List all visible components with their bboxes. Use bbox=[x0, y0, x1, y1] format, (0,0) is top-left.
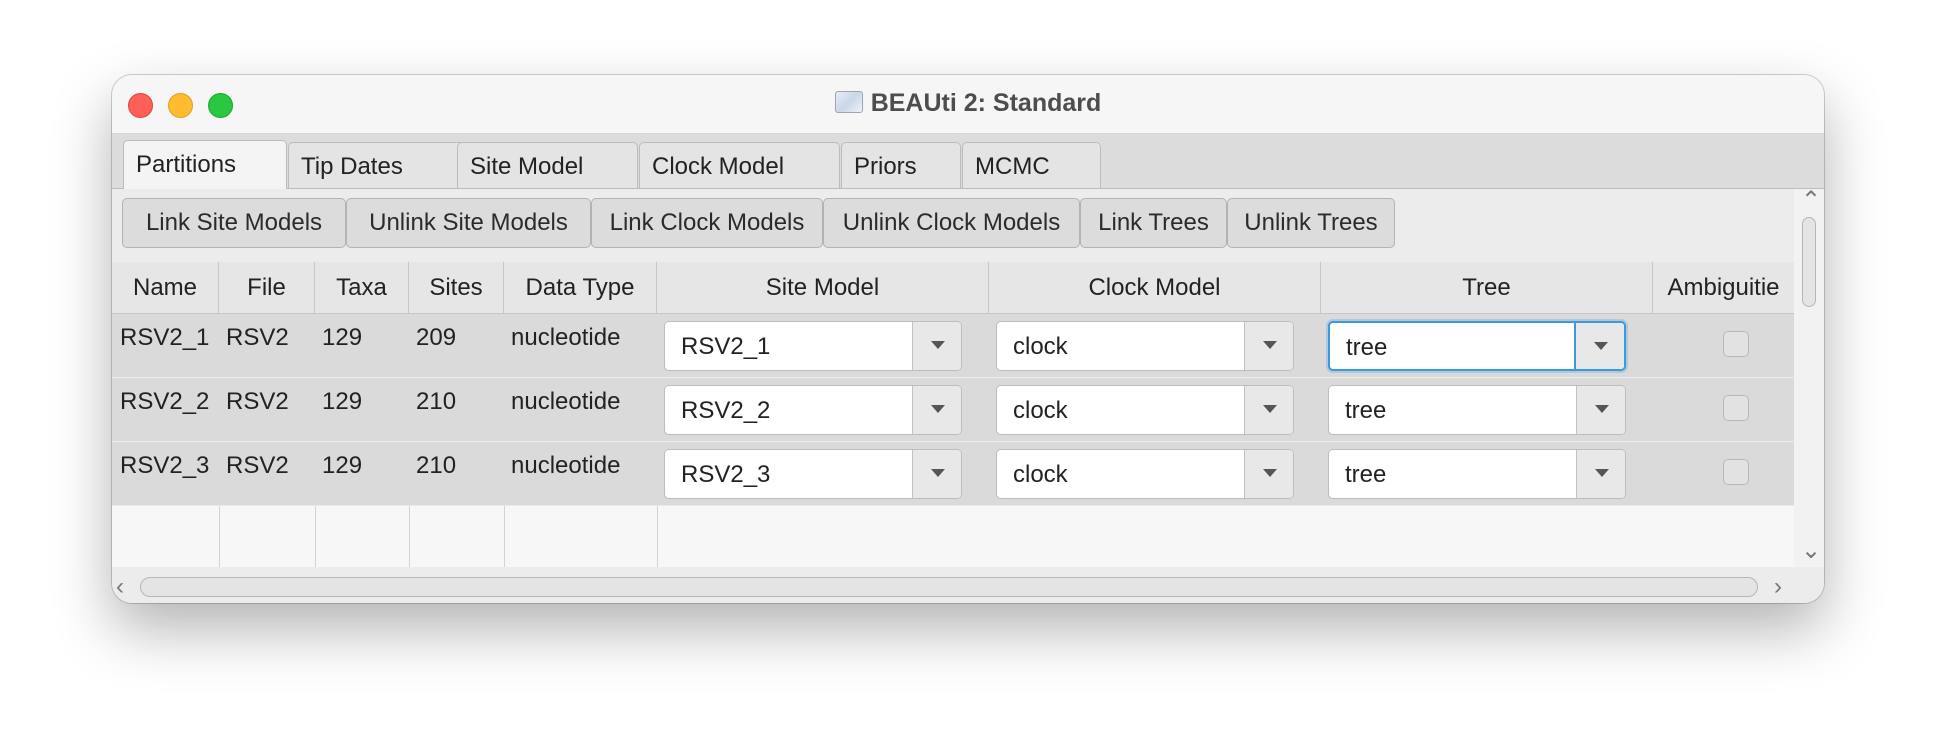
chevron-down-icon[interactable] bbox=[912, 450, 961, 498]
horizontal-scrollbar[interactable]: ‹ › bbox=[112, 567, 1824, 603]
chevron-right-icon[interactable]: › bbox=[1774, 575, 1782, 599]
clock-model-select[interactable]: clock bbox=[996, 449, 1294, 499]
chevron-down-icon[interactable] bbox=[1244, 322, 1293, 370]
tree-select[interactable]: tree bbox=[1328, 449, 1626, 499]
column-header-taxa[interactable]: Taxa bbox=[315, 262, 409, 314]
cell-file: RSV2 bbox=[226, 452, 289, 479]
cell-file: RSV2 bbox=[226, 388, 289, 415]
chevron-down-icon[interactable] bbox=[912, 322, 961, 370]
chevron-down-icon[interactable] bbox=[912, 386, 961, 434]
tree-value: tree bbox=[1346, 334, 1388, 361]
cell-name: RSV2_1 bbox=[120, 324, 210, 351]
unlink-site-models-button[interactable]: Unlink Site Models bbox=[346, 198, 591, 248]
column-divider bbox=[219, 506, 220, 567]
chevron-down-icon[interactable] bbox=[1576, 450, 1625, 498]
tree-select[interactable]: tree bbox=[1328, 321, 1626, 371]
chevron-down-icon[interactable] bbox=[1576, 386, 1625, 434]
window-title: BEAUti 2: Standard bbox=[870, 89, 1102, 117]
chevron-down-icon[interactable] bbox=[1574, 323, 1624, 369]
ambiguities-checkbox[interactable] bbox=[1723, 459, 1749, 485]
tree-value: tree bbox=[1345, 461, 1387, 488]
clock-model-value: clock bbox=[1013, 461, 1068, 488]
link-trees-button[interactable]: Link Trees bbox=[1080, 198, 1227, 248]
column-header-data-type[interactable]: Data Type bbox=[504, 262, 657, 314]
column-header-ambiguities[interactable]: Ambiguitie bbox=[1653, 262, 1794, 314]
window-title-group: BEAUti 2: Standard bbox=[112, 89, 1824, 118]
column-divider bbox=[409, 506, 410, 567]
ambiguities-checkbox[interactable] bbox=[1723, 331, 1749, 357]
link-site-models-button[interactable]: Link Site Models bbox=[122, 198, 346, 248]
column-header-tree[interactable]: Tree bbox=[1321, 262, 1653, 314]
table-row[interactable]: RSV2_2 RSV2 129 210 nucleotide RSV2_2 cl… bbox=[112, 378, 1794, 442]
chevron-down-icon[interactable] bbox=[1244, 450, 1293, 498]
tree-value: tree bbox=[1345, 397, 1387, 424]
link-clock-models-button[interactable]: Link Clock Models bbox=[591, 198, 823, 248]
column-header-name[interactable]: Name bbox=[112, 262, 219, 314]
site-model-select[interactable]: RSV2_2 bbox=[664, 385, 962, 435]
unlink-clock-models-button[interactable]: Unlink Clock Models bbox=[823, 198, 1080, 248]
column-header-site-model[interactable]: Site Model bbox=[657, 262, 989, 314]
tab-clock-model[interactable]: Clock Model bbox=[639, 142, 840, 188]
cell-sites: 210 bbox=[416, 388, 457, 415]
cell-taxa: 129 bbox=[322, 388, 363, 415]
partitions-table: Name File Taxa Sites Data Type Site Mode… bbox=[112, 262, 1794, 567]
cell-data-type: nucleotide bbox=[511, 452, 621, 479]
cell-name: RSV2_2 bbox=[120, 388, 210, 415]
vertical-scrollbar[interactable]: ⌃ ⌄ bbox=[1794, 189, 1824, 567]
cell-data-type: nucleotide bbox=[511, 324, 621, 351]
tree-select[interactable]: tree bbox=[1328, 385, 1626, 435]
clock-model-value: clock bbox=[1013, 333, 1068, 360]
partitions-panel: Link Site Models Unlink Site Models Link… bbox=[112, 189, 1824, 603]
column-header-file[interactable]: File bbox=[219, 262, 315, 314]
cell-sites: 209 bbox=[416, 324, 457, 351]
tab-partitions[interactable]: Partitions bbox=[123, 140, 287, 189]
app-window: BEAUti 2: Standard Partitions Tip Dates … bbox=[112, 75, 1824, 603]
clock-model-value: clock bbox=[1013, 397, 1068, 424]
beauti-app-icon bbox=[834, 91, 863, 113]
cell-taxa: 129 bbox=[322, 324, 363, 351]
site-model-select[interactable]: RSV2_3 bbox=[664, 449, 962, 499]
vertical-scroll-thumb[interactable] bbox=[1802, 217, 1816, 307]
clock-model-select[interactable]: clock bbox=[996, 385, 1294, 435]
column-divider bbox=[315, 506, 316, 567]
chevron-left-icon[interactable]: ‹ bbox=[116, 575, 124, 599]
site-model-value: RSV2_1 bbox=[681, 333, 771, 360]
table-row[interactable]: RSV2_3 RSV2 129 210 nucleotide RSV2_3 cl… bbox=[112, 442, 1794, 506]
column-divider bbox=[504, 506, 505, 567]
tab-site-model[interactable]: Site Model bbox=[457, 142, 638, 188]
tab-priors[interactable]: Priors bbox=[841, 142, 961, 188]
column-header-clock-model[interactable]: Clock Model bbox=[989, 262, 1321, 314]
site-model-value: RSV2_2 bbox=[681, 397, 771, 424]
cell-data-type: nucleotide bbox=[511, 388, 621, 415]
horizontal-scroll-thumb[interactable] bbox=[140, 577, 1758, 597]
unlink-trees-button[interactable]: Unlink Trees bbox=[1227, 198, 1395, 248]
cell-sites: 210 bbox=[416, 452, 457, 479]
cell-name: RSV2_3 bbox=[120, 452, 210, 479]
table-row[interactable]: RSV2_1 RSV2 129 209 nucleotide RSV2_1 cl… bbox=[112, 314, 1794, 378]
tab-bar: Partitions Tip Dates Site Model Clock Mo… bbox=[112, 134, 1824, 189]
tab-mcmc[interactable]: MCMC bbox=[962, 142, 1101, 188]
column-header-sites[interactable]: Sites bbox=[409, 262, 504, 314]
cell-taxa: 129 bbox=[322, 452, 363, 479]
ambiguities-checkbox[interactable] bbox=[1723, 395, 1749, 421]
clock-model-select[interactable]: clock bbox=[996, 321, 1294, 371]
chevron-down-icon[interactable] bbox=[1244, 386, 1293, 434]
cell-file: RSV2 bbox=[226, 324, 289, 351]
chevron-up-icon[interactable]: ⌃ bbox=[1801, 189, 1821, 213]
chevron-down-icon[interactable]: ⌄ bbox=[1801, 539, 1821, 563]
site-model-select[interactable]: RSV2_1 bbox=[664, 321, 962, 371]
title-bar[interactable]: BEAUti 2: Standard bbox=[112, 75, 1824, 134]
site-model-value: RSV2_3 bbox=[681, 461, 771, 488]
column-divider bbox=[657, 506, 658, 567]
